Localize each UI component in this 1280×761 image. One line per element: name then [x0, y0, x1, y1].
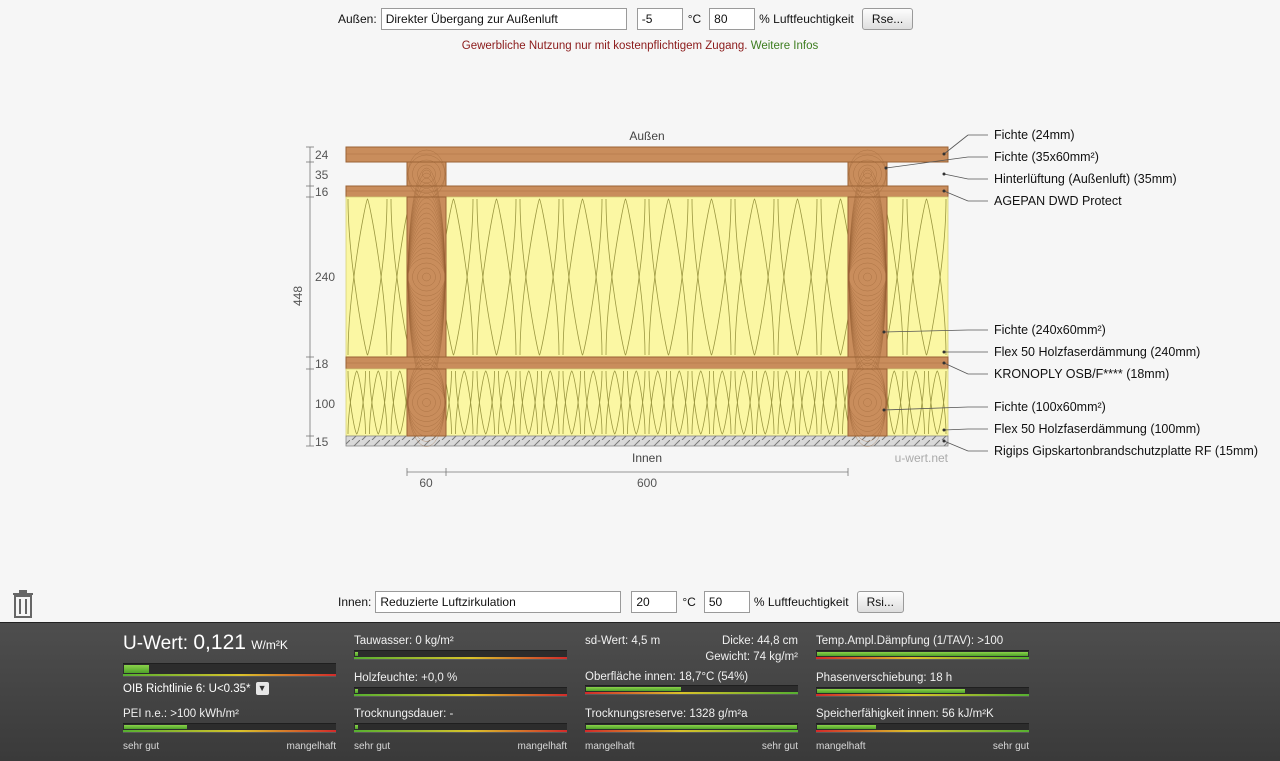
trash-icon[interactable] [12, 590, 34, 623]
scale-bad-label: mangelhaft [286, 741, 336, 752]
wall-cross-section-diagram: 24 35 16 240 18 100 15 60 600 Fichte (24mm) Ficht… [291, 128, 1258, 490]
inside-temperature-input[interactable]: 20 [631, 591, 678, 613]
layer-thickness-label: 16 [315, 185, 329, 199]
tav-gauge [816, 650, 1029, 660]
oberflaeche-gauge [585, 685, 798, 695]
leader-dot [942, 361, 946, 365]
layer-label: AGEPAN DWD Protect [994, 194, 1122, 208]
phase-gauge [816, 687, 1029, 697]
uwert-unit: W/m²K [251, 638, 288, 652]
inside-temp-unit: °C [682, 595, 696, 609]
inside-humidity-unit: % Luftfeuchtigkeit [753, 595, 849, 609]
leader-line [943, 134, 969, 155]
layer-label: Rigips Gipskartonbrandschutzplatte RF (1… [994, 444, 1258, 458]
uwert-display: U-Wert: 0,121 W/m²K [123, 631, 336, 655]
speicher-label: Speicherfähigkeit innen: 56 kJ/m²K [816, 708, 994, 720]
scale-good-label: sehr gut [123, 741, 160, 752]
watermark: u-wert.net [895, 451, 949, 465]
dicke-label: Dicke: 44,8 cm [721, 635, 798, 647]
inside-conditions-bar: Innen: Reduzierte Luftzirkulation 20 °C … [0, 591, 1280, 613]
outside-side-label: Außen [629, 129, 664, 143]
scale-bad-label: mangelhaft [517, 741, 567, 752]
trocknungsreserve-label: Trocknungsreserve: 1328 g/m²a [585, 708, 748, 720]
layer-label: Hinterlüftung (Außenluft) (35mm) [994, 172, 1177, 186]
leader-dot [882, 330, 886, 334]
oib-row: OIB Richtlinie 6: U<0.35* ▼ [123, 682, 336, 695]
uwert-gauge [123, 663, 336, 677]
scale-bad-label: mangelhaft [816, 741, 866, 752]
rsi-button[interactable]: Rsi... [856, 591, 904, 613]
trocknungsreserve-gauge [585, 723, 798, 733]
total-thickness-label: 448 [291, 286, 305, 306]
uwert-label: U-Wert: [123, 633, 189, 654]
layer-label: Fichte (35x60mm²) [994, 150, 1099, 164]
scale-row: sehr gut mangelhaft [354, 741, 567, 752]
batten-right [847, 161, 888, 187]
layer-thickness-label: 240 [315, 270, 335, 284]
holzfeuchte-label: Holzfeuchte: +0,0 % [354, 672, 458, 684]
leader-dot [942, 172, 946, 176]
leader-dot [884, 166, 888, 170]
layer-thickness-label: 100 [315, 397, 335, 411]
tauwasser-gauge [354, 650, 567, 660]
oib-label: OIB Richtlinie 6: U<0.35* [123, 682, 251, 695]
scale-good-label: sehr gut [354, 741, 391, 752]
leader-dot [942, 152, 946, 156]
batten-left [406, 161, 447, 187]
pei-gauge [123, 723, 336, 733]
inside-condition-select[interactable]: Reduzierte Luftzirkulation [375, 591, 622, 613]
layer-label: Fichte (24mm) [994, 128, 1075, 142]
scale-good-label: sehr gut [761, 741, 798, 752]
layer-thickness-label: 24 [315, 148, 329, 162]
leader-line [943, 173, 969, 180]
holzfeuchte-gauge [354, 687, 567, 697]
leader-dot [942, 350, 946, 354]
layer-fichte-24 [345, 146, 949, 163]
inside-side-label: Innen [632, 451, 662, 465]
gypsum-hatch [346, 436, 948, 446]
stud-spacing-label: 600 [637, 476, 657, 490]
sd-dicke-row: sd-Wert: 4,5 m Dicke: 44,8 cm Gewicht: 7… [585, 635, 798, 665]
tauwasser-label: Tauwasser: 0 kg/m² [354, 635, 454, 647]
layer-label: KRONOPLY OSB/F**** (18mm) [994, 367, 1169, 381]
layer-thickness-label: 18 [315, 357, 329, 371]
oberflaeche-label: Oberfläche innen: 18,7°C (54%) [585, 671, 749, 683]
leader-dot [942, 189, 946, 193]
phase-label: Phasenverschiebung: 18 h [816, 672, 953, 684]
leader-dot [882, 408, 886, 412]
scale-row: mangelhaft sehr gut [816, 741, 1029, 752]
results-panel: U-Wert: 0,121 W/m²K OIB Richtlinie 6: U<… [0, 622, 1280, 761]
layer-label: Flex 50 Holzfaserdämmung (240mm) [994, 345, 1200, 359]
gewicht-label: Gewicht: 74 kg/m² [705, 651, 798, 663]
tav-label: Temp.Ampl.Dämpfung (1/TAV): >100 [816, 635, 1004, 647]
inside-humidity-input[interactable]: 50 [703, 591, 750, 613]
layer-label: Fichte (240x60mm²) [994, 323, 1106, 337]
triangle-down-icon[interactable]: ▼ [255, 682, 269, 695]
leader-dot [942, 439, 946, 443]
trocknungsdauer-label: Trocknungsdauer: - [354, 708, 454, 720]
uwert-metric: U-Wert: 0,121 W/m²K [123, 631, 336, 655]
layer-thickness-label: 35 [315, 168, 329, 182]
scale-row: mangelhaft sehr gut [585, 741, 798, 752]
layer-thickness-label: 15 [315, 435, 329, 449]
trocknungsdauer-gauge [354, 723, 567, 733]
scale-bad-label: mangelhaft [585, 741, 635, 752]
inside-label: Innen: [338, 595, 372, 609]
layer-label: Flex 50 Holzfaserdämmung (100mm) [994, 422, 1200, 436]
speicher-gauge [816, 723, 1029, 733]
scale-row: sehr gut mangelhaft [123, 741, 336, 752]
leader-dot [942, 428, 946, 432]
stud-width-label: 60 [419, 476, 433, 490]
layer-label: Fichte (100x60mm²) [994, 400, 1106, 414]
pei-label: PEI n.e.: >100 kWh/m² [123, 708, 240, 720]
uwert-value: 0,121 [193, 631, 246, 654]
scale-good-label: sehr gut [992, 741, 1029, 752]
